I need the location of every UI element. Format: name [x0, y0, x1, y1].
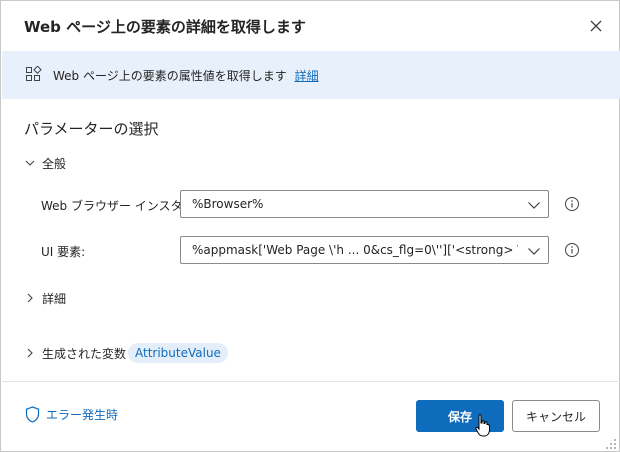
info-bar: Web ページ上の要素の属性値を取得します 詳細 — [2, 51, 620, 99]
chevron-down-icon — [25, 160, 35, 166]
browser-instance-select[interactable]: %Browser% — [180, 190, 549, 218]
chevron-right-icon — [27, 348, 33, 358]
ui-element-value: %appmask['Web Page \'h ... 0&cs_flg=0\''… — [192, 243, 518, 257]
variables-group-toggle[interactable]: 生成された変数 — [24, 343, 126, 363]
get-element-details-dialog: Web ページ上の要素の詳細を取得します Web ページ上の要素の属性値を取得し… — [0, 0, 620, 452]
general-group-label: 全般 — [42, 156, 67, 171]
shield-icon — [25, 406, 40, 423]
footer-divider — [2, 381, 620, 382]
chevron-right-icon — [27, 293, 33, 303]
ui-element-select[interactable]: %appmask['Web Page \'h ... 0&cs_flg=0\''… — [180, 236, 549, 264]
info-circle-icon[interactable] — [564, 242, 580, 258]
action-blocks-icon — [26, 66, 42, 81]
details-group-toggle[interactable]: 詳細 — [24, 288, 66, 308]
chevron-down-icon — [528, 248, 540, 255]
browser-instance-value: %Browser% — [192, 197, 264, 211]
close-icon — [590, 20, 602, 32]
dialog-title: Web ページ上の要素の詳細を取得します — [24, 18, 306, 36]
on-error-link[interactable]: エラー発生時 — [25, 406, 118, 423]
general-group-toggle[interactable]: 全般 — [24, 153, 66, 173]
mouse-pointer-icon — [475, 414, 490, 437]
parameters-heading: パラメーターの選択 — [24, 120, 159, 138]
details-link[interactable]: 詳細 — [295, 69, 319, 83]
on-error-label: エラー発生時 — [46, 408, 119, 422]
cancel-button[interactable]: キャンセル — [512, 400, 600, 432]
chevron-down-icon — [528, 202, 540, 209]
title-bar: Web ページ上の要素の詳細を取得します — [1, 1, 619, 51]
ui-element-label: UI 要素: — [41, 245, 86, 259]
info-description: Web ページ上の要素の属性値を取得します 詳細 — [53, 67, 319, 84]
close-button[interactable] — [585, 15, 607, 37]
variable-badge[interactable]: AttributeValue — [128, 343, 228, 363]
details-group-label: 詳細 — [42, 291, 67, 306]
variables-group-label: 生成された変数 — [42, 346, 127, 361]
info-circle-icon[interactable] — [564, 196, 580, 212]
resize-grip-icon[interactable] — [604, 437, 618, 451]
info-text: Web ページ上の要素の属性値を取得します — [53, 69, 287, 83]
